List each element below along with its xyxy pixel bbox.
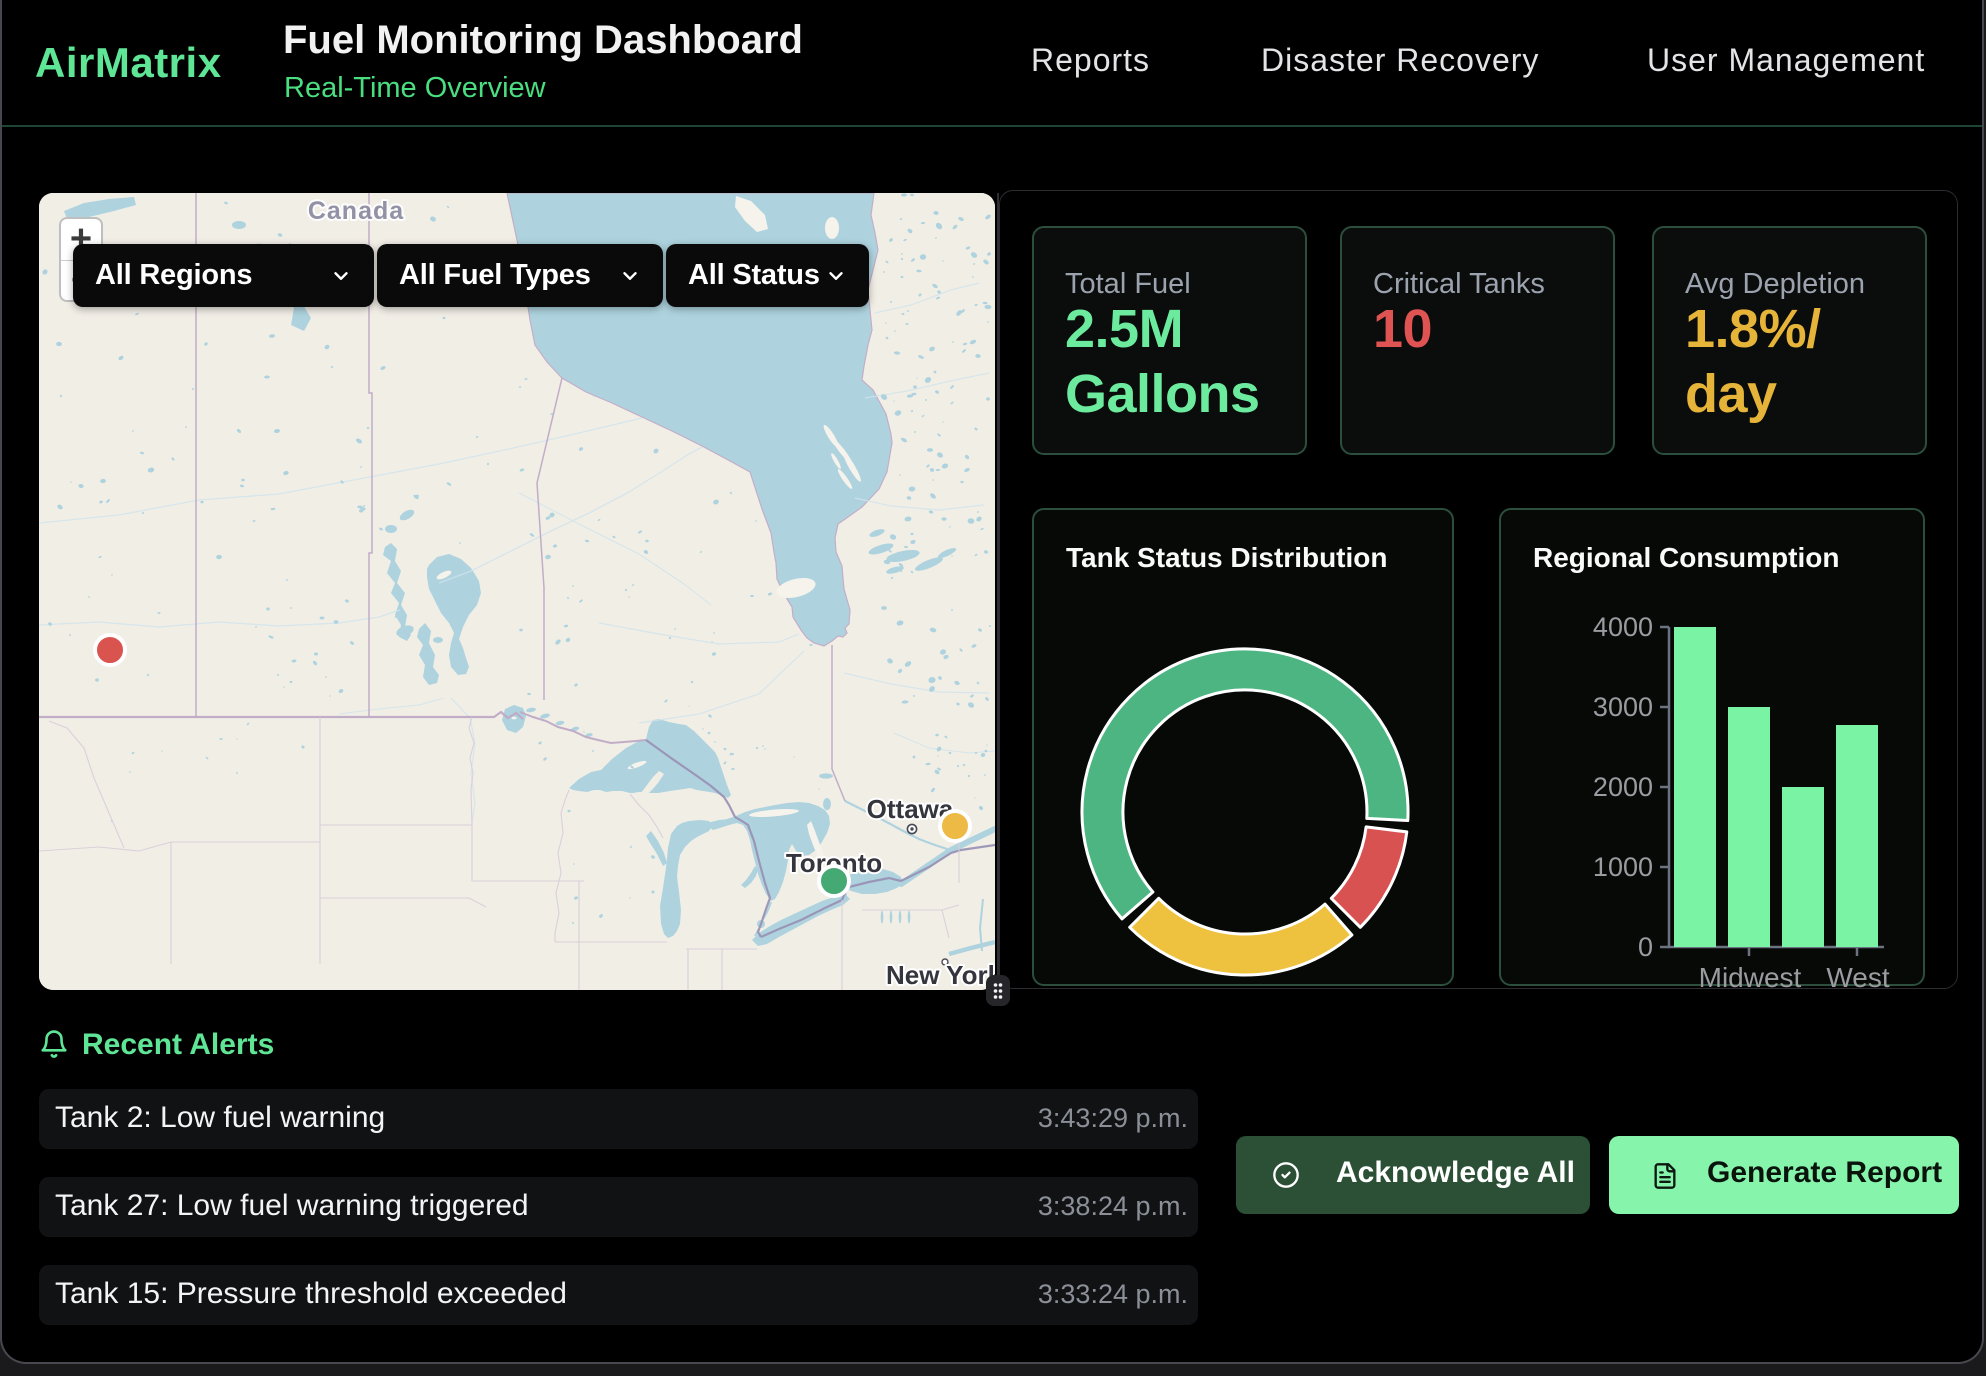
svg-text:West: West — [1826, 962, 1889, 988]
svg-text:4000: 4000 — [1593, 612, 1653, 642]
svg-text:3000: 3000 — [1593, 692, 1653, 722]
svg-text:0: 0 — [1638, 932, 1653, 962]
svg-text:Canada: Canada — [308, 197, 404, 225]
svg-text:New York: New York — [886, 960, 995, 990]
svg-text:1000: 1000 — [1593, 852, 1653, 882]
svg-text:2000: 2000 — [1593, 772, 1653, 802]
svg-text:Midwest: Midwest — [1699, 962, 1802, 988]
